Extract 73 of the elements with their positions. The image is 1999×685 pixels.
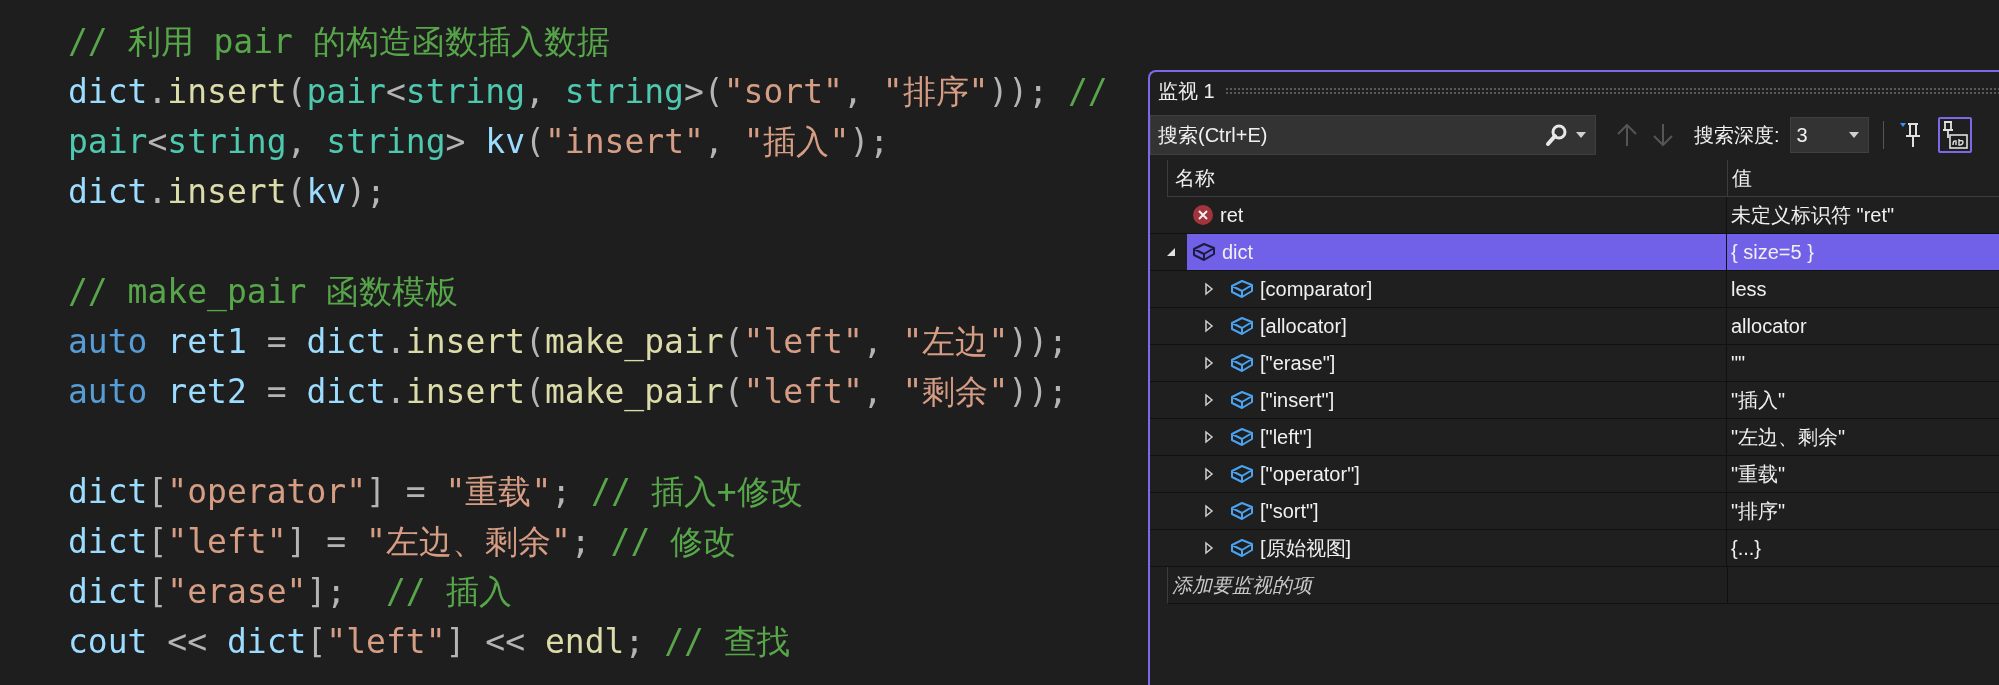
depth-label: 搜索深度: bbox=[1694, 123, 1780, 148]
watch-row[interactable]: ["erase"] "" bbox=[1225, 345, 1999, 381]
variable-name: ["erase"] bbox=[1260, 351, 1336, 376]
object-icon bbox=[1230, 315, 1254, 337]
search-icon[interactable] bbox=[1545, 123, 1569, 147]
variable-name: ["left"] bbox=[1260, 425, 1312, 450]
add-watch-field[interactable]: 添加要监视的项 bbox=[1172, 570, 1727, 600]
variable-value: "排序" bbox=[1730, 499, 1786, 524]
object-icon bbox=[1230, 500, 1254, 522]
variable-value: less bbox=[1730, 277, 1767, 302]
pin-icon bbox=[1898, 121, 1923, 149]
expand-arrow-icon[interactable] bbox=[1203, 319, 1215, 333]
watch-row[interactable]: ["sort"] "排序" bbox=[1225, 493, 1999, 529]
variable-value: "重载" bbox=[1730, 462, 1786, 487]
expand-arrow-icon[interactable] bbox=[1203, 393, 1215, 407]
code-line: // 利用 pair 的构造函数插入数据 bbox=[68, 21, 610, 63]
variable-value: { size=5 } bbox=[1730, 240, 1814, 265]
variable-name: [comparator] bbox=[1260, 277, 1373, 302]
watch-row[interactable]: [comparator] less bbox=[1225, 271, 1999, 307]
watch-row[interactable]: ["insert"] "插入" bbox=[1225, 382, 1999, 418]
variable-value: "插入" bbox=[1730, 388, 1786, 413]
search-input[interactable]: 搜索(Ctrl+E) bbox=[1158, 120, 1545, 150]
caret-icon[interactable] bbox=[1575, 131, 1587, 139]
variable-value: {...} bbox=[1730, 536, 1762, 561]
variable-name: dict bbox=[1222, 240, 1254, 265]
object-icon bbox=[1230, 463, 1254, 485]
expand-arrow-icon[interactable] bbox=[1203, 356, 1215, 370]
variable-name: ["sort"] bbox=[1260, 499, 1319, 524]
object-icon bbox=[1192, 241, 1216, 263]
expand-arrow-icon[interactable] bbox=[1203, 541, 1215, 555]
code-line: // make_pair 函数模板 bbox=[68, 271, 459, 314]
variable-value: 未定义标识符 "ret" bbox=[1730, 203, 1895, 228]
variable-name: ["operator"] bbox=[1260, 462, 1360, 487]
variable-value: "" bbox=[1730, 351, 1746, 376]
code-line: auto ret1 = dict.insert(make_pair("left", "左边")); bbox=[68, 321, 1068, 364]
pin-text-button[interactable] bbox=[1937, 117, 1972, 153]
code-line: auto ret2 = dict.insert(make_pair("left", "剩余")); bbox=[68, 371, 1068, 414]
object-icon bbox=[1230, 389, 1254, 411]
pin-text-icon bbox=[1940, 120, 1969, 150]
expand-arrow-icon[interactable] bbox=[1203, 504, 1215, 518]
code-line: dict["erase"]; // 插入 bbox=[68, 571, 512, 613]
search-field[interactable]: 搜索(Ctrl+E) bbox=[1150, 115, 1596, 155]
object-icon bbox=[1230, 352, 1254, 374]
code-line: dict["left"] = "左边、剩余"; // 修改 bbox=[68, 521, 737, 563]
variable-name: ret bbox=[1220, 203, 1244, 228]
code-line: dict["operator"] = "重载"; // 插入+修改 bbox=[68, 471, 803, 513]
variable-name: [原始视图] bbox=[1260, 536, 1352, 561]
object-icon bbox=[1230, 537, 1254, 559]
column-header[interactable]: 值 bbox=[1728, 160, 1999, 196]
code-line: dict.insert(kv); bbox=[68, 171, 386, 213]
object-icon bbox=[1230, 278, 1254, 300]
object-icon bbox=[1230, 426, 1254, 448]
expand-arrow-icon[interactable] bbox=[1203, 430, 1215, 444]
watch-row[interactable]: dict { size=5 } bbox=[1187, 234, 1999, 270]
watch-row[interactable]: ret 未定义标识符 "ret" bbox=[1187, 197, 1999, 233]
watch-row[interactable]: ["left"] "左边、剩余" bbox=[1225, 419, 1999, 455]
variable-value: "左边、剩余" bbox=[1730, 425, 1846, 450]
watch-row[interactable]: [原始视图] {...} bbox=[1225, 530, 1999, 566]
code-line: pair<string, string> kv("insert", "插入"); bbox=[68, 121, 890, 163]
depth-dropdown[interactable]: 3 bbox=[1789, 117, 1869, 153]
window-title: 监视 1 bbox=[1158, 79, 1215, 104]
variable-name: ["insert"] bbox=[1260, 388, 1335, 413]
error-icon bbox=[1192, 204, 1214, 226]
caret-icon[interactable] bbox=[1847, 131, 1860, 139]
column-header[interactable]: 名称 bbox=[1168, 160, 1728, 196]
watch-row[interactable]: ["operator"] "重载" bbox=[1225, 456, 1999, 492]
watch-row[interactable]: [allocator] allocator bbox=[1225, 308, 1999, 344]
expand-arrow-icon[interactable] bbox=[1203, 467, 1215, 481]
code-line: dict.insert(pair<string, string>("sort", "排序")); // bbox=[68, 71, 1108, 113]
expand-arrow-icon[interactable] bbox=[1203, 282, 1215, 296]
variable-value: allocator bbox=[1730, 314, 1807, 339]
code-line: cout << dict["left"] << endl; // 查找 bbox=[68, 621, 790, 663]
variable-name: [allocator] bbox=[1260, 314, 1347, 339]
